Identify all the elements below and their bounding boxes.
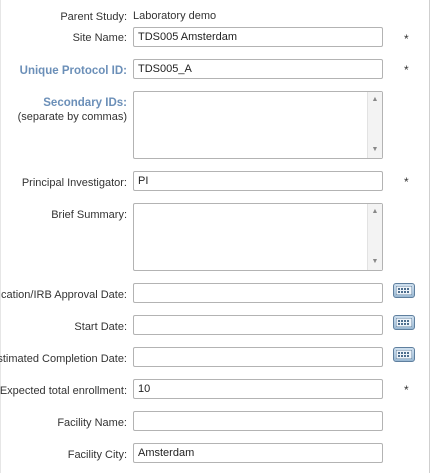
completion-date-label: stimated Completion Date: bbox=[0, 353, 127, 365]
start-date-label: Start Date: bbox=[74, 321, 127, 333]
principal-investigator-label: Principal Investigator: bbox=[21, 177, 127, 189]
scroll-up-arrow-icon[interactable]: ▲ bbox=[368, 95, 382, 105]
start-date-input[interactable] bbox=[133, 315, 383, 335]
secondary-ids-hint: (separate by commas) bbox=[17, 111, 127, 123]
facility-name-input[interactable] bbox=[133, 411, 383, 431]
expected-enrollment-label: Expected total enrollment: bbox=[0, 385, 127, 397]
approval-date-input[interactable] bbox=[133, 283, 383, 303]
facility-name-label: Facility Name: bbox=[57, 417, 127, 429]
secondary-ids-textarea[interactable]: ▲ ▼ bbox=[133, 91, 383, 159]
brief-summary-label: Brief Summary: bbox=[51, 209, 127, 221]
expected-enrollment-required-marker: * bbox=[404, 383, 409, 397]
left-frame-border bbox=[0, 0, 1, 473]
site-name-label: Site Name: bbox=[72, 32, 127, 44]
calendar-icon[interactable] bbox=[393, 283, 415, 298]
facility-city-label: Facility City: bbox=[67, 449, 127, 461]
facility-city-input[interactable]: Amsterdam bbox=[133, 443, 383, 463]
principal-investigator-input[interactable]: PI bbox=[133, 171, 383, 191]
unique-protocol-id-required-marker: * bbox=[404, 63, 409, 77]
right-frame-border bbox=[429, 0, 430, 473]
site-name-input[interactable]: TDS005 Amsterdam bbox=[133, 27, 383, 47]
parent-study-label: Parent Study: bbox=[60, 11, 127, 23]
scroll-down-arrow-icon[interactable]: ▼ bbox=[368, 257, 382, 267]
brief-summary-scrollbar[interactable]: ▲ ▼ bbox=[367, 204, 382, 270]
secondary-ids-label: Secondary IDs: bbox=[43, 97, 127, 109]
expected-enrollment-input[interactable]: 10 bbox=[133, 379, 383, 399]
approval-date-label: cation/IRB Approval Date: bbox=[1, 289, 127, 301]
brief-summary-textarea[interactable]: ▲ ▼ bbox=[133, 203, 383, 271]
scroll-down-arrow-icon[interactable]: ▼ bbox=[368, 145, 382, 155]
scroll-up-arrow-icon[interactable]: ▲ bbox=[368, 207, 382, 217]
calendar-icon[interactable] bbox=[393, 315, 415, 330]
calendar-icon[interactable] bbox=[393, 347, 415, 362]
secondary-ids-scrollbar[interactable]: ▲ ▼ bbox=[367, 92, 382, 158]
unique-protocol-id-input[interactable]: TDS005_A bbox=[133, 59, 383, 79]
parent-study-value: Laboratory demo bbox=[133, 10, 217, 22]
unique-protocol-id-label: Unique Protocol ID: bbox=[19, 65, 127, 77]
principal-investigator-required-marker: * bbox=[404, 175, 409, 189]
completion-date-input[interactable] bbox=[133, 347, 383, 367]
site-name-required-marker: * bbox=[404, 32, 409, 46]
